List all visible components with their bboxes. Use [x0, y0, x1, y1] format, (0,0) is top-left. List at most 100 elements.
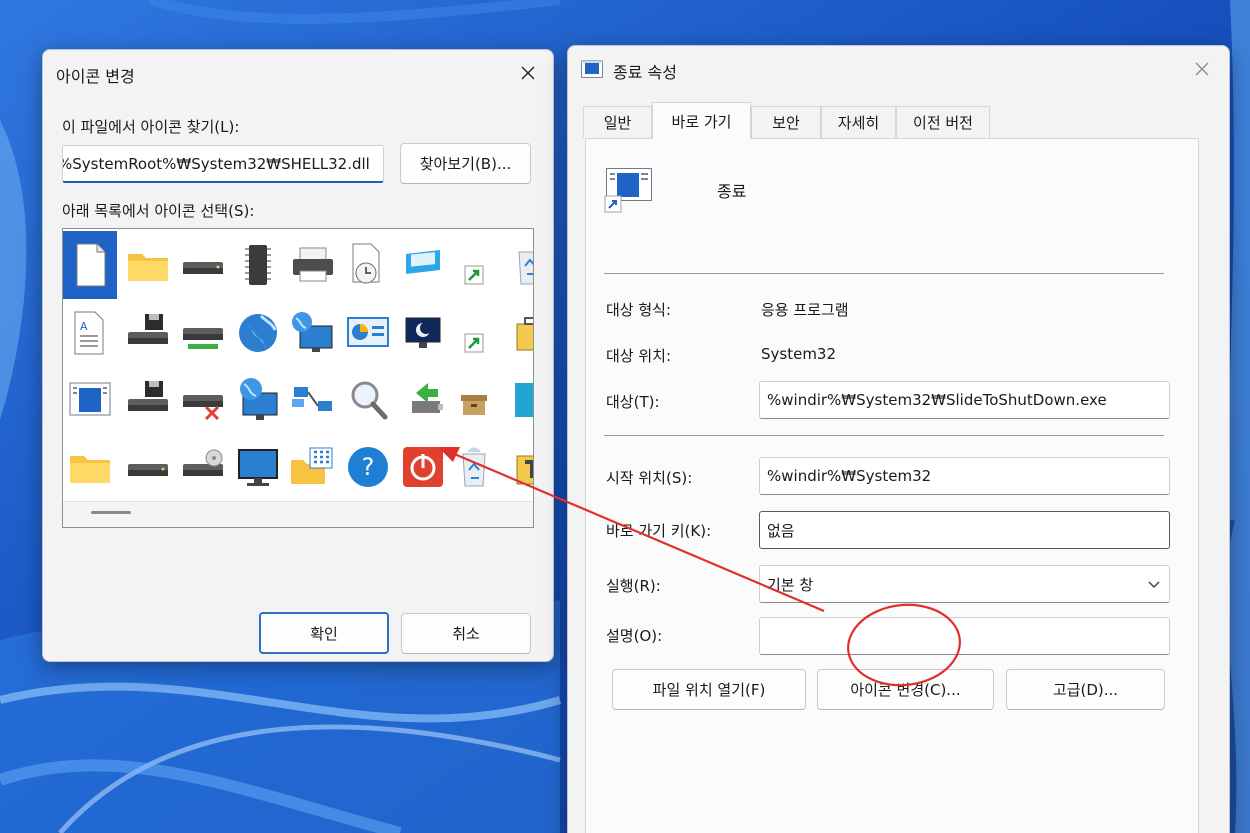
icon-option-text-document[interactable]: A: [63, 299, 117, 367]
tab-details[interactable]: 자세히: [821, 106, 896, 138]
shortcut-name: 종료: [717, 182, 747, 201]
tab-previous-versions[interactable]: 이전 버전: [896, 106, 990, 138]
icon-option-control-panel[interactable]: [341, 299, 395, 367]
change-icon-dialog: 아이콘 변경 이 파일에서 아이콘 찾기(L): %SystemRoot%₩Sy…: [42, 49, 554, 662]
icon-option-recycle-bin-full[interactable]: [447, 433, 501, 501]
svg-text:?: ?: [362, 453, 375, 481]
monitor-moon-icon: [405, 317, 441, 348]
icon-option-help[interactable]: ?: [341, 433, 395, 501]
shortcut-app-icon: [604, 168, 652, 213]
run-label: 실행(R):: [606, 577, 661, 595]
icon-option-drive[interactable]: [121, 433, 175, 501]
properties-titlebar[interactable]: 종료 속성: [568, 46, 1229, 92]
icon-option-search-magnifier[interactable]: [341, 366, 395, 434]
icon-option-network-drive[interactable]: [176, 299, 230, 367]
comment-input[interactable]: [759, 617, 1170, 655]
run-select[interactable]: 기본 창: [759, 565, 1170, 603]
icon-option-monitor-moon[interactable]: [396, 299, 450, 367]
folder-icon: [70, 456, 110, 483]
icon-option-printer[interactable]: [286, 231, 340, 299]
icon-file-path-input[interactable]: %SystemRoot%₩System32₩SHELL32.dll: [62, 145, 384, 183]
icon-option-blank-document[interactable]: [63, 231, 117, 299]
icon-option-monitor[interactable]: [231, 433, 285, 501]
shortcut-key-input[interactable]: 없음: [759, 511, 1170, 549]
icon-option-shortcut-arrow[interactable]: [447, 231, 501, 299]
icon-option-power[interactable]: [396, 433, 450, 501]
start-in-label: 시작 위치(S):: [606, 469, 693, 487]
icon-option-usb-arrow[interactable]: [396, 366, 450, 434]
change-icon-titlebar[interactable]: 아이콘 변경: [43, 50, 553, 96]
icon-option-display-adapter[interactable]: [396, 231, 450, 299]
icon-option-floppy-drive[interactable]: [121, 366, 175, 434]
drive-x-icon: [183, 395, 223, 421]
icon-option-network-connections[interactable]: [286, 366, 340, 434]
drive-icon: [183, 262, 223, 274]
target-type-value: 응용 프로그램: [761, 301, 849, 319]
target-input[interactable]: %windir%₩System32₩SlideToShutDown.exe: [759, 381, 1170, 419]
change-icon-button[interactable]: 아이콘 변경(C)...: [817, 669, 994, 710]
close-button[interactable]: [1185, 54, 1219, 84]
help-icon: ?: [348, 447, 388, 487]
close-button[interactable]: [511, 58, 545, 88]
recycle-bin-icon: [518, 251, 533, 285]
network-globe-icon: [292, 312, 333, 352]
icon-option-cyan-tile[interactable]: [503, 366, 533, 434]
icon-option-floppy-drive[interactable]: [121, 299, 175, 367]
folder-icon: [128, 254, 168, 281]
start-in-input[interactable]: %windir%₩System32: [759, 457, 1170, 495]
icon-option-briefcase[interactable]: [503, 299, 533, 367]
icon-option-folder[interactable]: [121, 231, 175, 299]
icon-option-recycle-bin[interactable]: [503, 231, 533, 299]
ok-button[interactable]: 확인: [259, 612, 389, 654]
display-adapter-icon: [406, 250, 440, 274]
power-icon: [403, 447, 443, 487]
icon-option-globe[interactable]: [231, 299, 285, 367]
target-location-label: 대상 위치:: [606, 347, 672, 365]
icon-option-shortcut-arrow[interactable]: [447, 299, 501, 367]
open-file-location-button[interactable]: 파일 위치 열기(F): [612, 669, 806, 710]
icon-option-drive-x[interactable]: [176, 366, 230, 434]
icon-option-document-clock[interactable]: [341, 231, 395, 299]
shortcut-tab-panel: 종료 대상 형식: 응용 프로그램 대상 위치: System32 대상(T):…: [585, 138, 1199, 833]
find-icons-label: 이 파일에서 아이콘 찾기(L):: [62, 118, 240, 136]
target-input-value: %windir%₩System32₩SlideToShutDown.exe: [767, 391, 1107, 409]
advanced-button[interactable]: 고급(D)...: [1006, 669, 1165, 710]
tab-shortcut[interactable]: 바로 가기: [652, 102, 751, 139]
icon-list-scrollbar[interactable]: [63, 501, 533, 527]
shortcut-key-label: 바로 가기 키(K):: [606, 522, 712, 540]
window-app-icon: [69, 382, 111, 416]
properties-title: 종료 속성: [613, 63, 677, 82]
close-icon: [1195, 62, 1209, 76]
floppy-drive-icon: [128, 381, 168, 411]
change-icon-title: 아이콘 변경: [56, 67, 135, 86]
usb-arrow-icon: [412, 383, 443, 413]
shortcut-arrow-icon: [464, 333, 484, 353]
icon-option-folder-grid[interactable]: [286, 433, 340, 501]
icon-option-memory-chip[interactable]: [231, 231, 285, 299]
cancel-button[interactable]: 취소: [401, 613, 531, 654]
shortcut-properties-dialog: 종료 속성 일반 바로 가기 보안 자세히 이전 버전 종료 대상 형식: 응용…: [567, 45, 1230, 833]
tab-general[interactable]: 일반: [583, 106, 652, 138]
shortcut-arrow-icon: [464, 265, 484, 285]
icon-file-path-value: %SystemRoot%₩System32₩SHELL32.dll: [62, 154, 370, 173]
icon-option-window-app[interactable]: [63, 366, 117, 434]
icon-option-globe-monitor[interactable]: [231, 366, 285, 434]
icon-option-drive[interactable]: [176, 231, 230, 299]
briefcase-icon: [516, 317, 533, 351]
shortcut-app-icon: [581, 60, 603, 78]
memory-chip-icon: [245, 245, 271, 285]
scroll-thumb[interactable]: [91, 511, 131, 514]
icon-option-folder[interactable]: [63, 433, 117, 501]
icon-option-small-box[interactable]: [447, 366, 501, 434]
monitor-icon: [238, 449, 278, 486]
close-icon: [521, 66, 535, 80]
cyan-tile-icon: [515, 383, 533, 417]
icon-option-cd-drive[interactable]: [176, 433, 230, 501]
icon-option-tools-folder[interactable]: [503, 433, 533, 501]
browse-button[interactable]: 찾아보기(B)...: [400, 143, 531, 184]
tab-security[interactable]: 보안: [751, 106, 821, 138]
icon-list[interactable]: A?: [62, 228, 534, 528]
icon-option-network-globe[interactable]: [286, 299, 340, 367]
printer-icon: [293, 247, 333, 282]
small-box-icon: [461, 395, 487, 415]
